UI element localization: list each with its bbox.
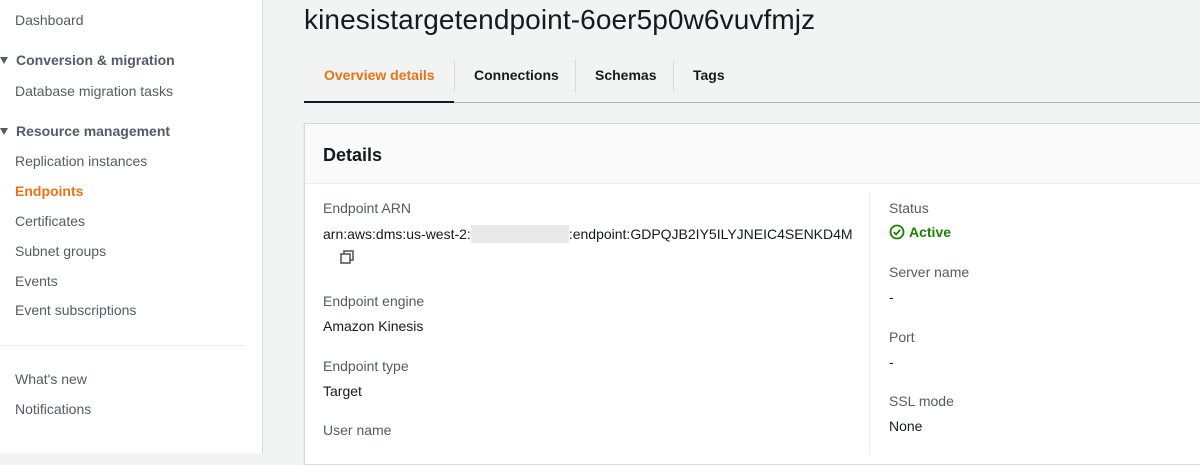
endpoint-arn-label: Endpoint ARN <box>323 200 411 216</box>
sidebar: Dashboard Conversion & migration Databas… <box>0 0 263 453</box>
endpoint-type-label: Endpoint type <box>323 358 409 374</box>
sidebar-section-resource-management[interactable]: Resource management <box>0 123 170 139</box>
tab-tags[interactable]: Tags <box>693 60 725 94</box>
status-label: Status <box>889 200 929 216</box>
tab-separator <box>575 60 576 92</box>
endpoint-arn-value: arn:aws:dms:us-west-2: :endpoint:GDPQJB2I… <box>323 225 853 243</box>
check-circle-icon <box>889 224 905 240</box>
sidebar-section-label: Conversion & migration <box>16 52 175 68</box>
sidebar-item-subnet-groups[interactable]: Subnet groups <box>15 243 106 259</box>
sidebar-item-events[interactable]: Events <box>15 273 58 289</box>
port-value: - <box>889 354 894 370</box>
caret-down-icon <box>0 128 8 135</box>
user-name-label: User name <box>323 422 392 438</box>
details-panel: Details Endpoint ARN arn:aws:dms:us-west… <box>304 123 1200 465</box>
tab-separator <box>673 60 674 92</box>
endpoint-type-value: Target <box>323 383 362 399</box>
ssl-mode-value: None <box>889 418 923 434</box>
tab-separator <box>454 60 455 92</box>
details-header: Details <box>305 124 1200 184</box>
endpoint-arn-suffix: :endpoint:GDPQJB2IY5ILYJNEIC4SENKD4M <box>568 226 853 242</box>
sidebar-item-replication-instances[interactable]: Replication instances <box>15 153 147 169</box>
sidebar-divider <box>0 345 244 346</box>
endpoint-engine-label: Endpoint engine <box>323 293 425 309</box>
active-tab-indicator <box>304 101 454 103</box>
sidebar-item-notifications[interactable]: Notifications <box>15 401 91 417</box>
status-badge: Active <box>889 224 951 240</box>
redacted-account-id <box>470 225 569 243</box>
sidebar-section-label: Resource management <box>16 123 171 139</box>
column-divider <box>869 192 870 454</box>
status-value: Active <box>909 224 952 240</box>
ssl-mode-label: SSL mode <box>889 393 954 409</box>
server-name-value: - <box>889 289 894 305</box>
tab-overview-details[interactable]: Overview details <box>324 60 435 94</box>
sidebar-item-database-migration-tasks[interactable]: Database migration tasks <box>15 83 173 99</box>
sidebar-item-endpoints[interactable]: Endpoints <box>15 183 83 199</box>
sidebar-item-certificates[interactable]: Certificates <box>15 213 85 229</box>
server-name-label: Server name <box>889 264 970 280</box>
tab-connections[interactable]: Connections <box>474 60 559 94</box>
details-title: Details <box>323 145 383 165</box>
caret-down-icon <box>0 57 8 64</box>
page-title: kinesistargetendpoint-6oer5p0w6vuvfmjz <box>304 4 816 35</box>
sidebar-item-whats-new[interactable]: What's new <box>15 371 87 387</box>
sidebar-section-conversion[interactable]: Conversion & migration <box>0 52 175 68</box>
tab-schemas[interactable]: Schemas <box>595 60 656 94</box>
endpoint-arn-prefix: arn:aws:dms:us-west-2: <box>323 226 471 242</box>
tab-bar: Overview details Connections Schemas Tag… <box>304 52 1200 103</box>
sidebar-item-dashboard[interactable]: Dashboard <box>15 12 84 28</box>
copy-icon[interactable] <box>339 249 355 265</box>
port-label: Port <box>889 329 915 345</box>
endpoint-engine-value: Amazon Kinesis <box>323 318 424 334</box>
sidebar-item-event-subscriptions[interactable]: Event subscriptions <box>15 302 136 318</box>
